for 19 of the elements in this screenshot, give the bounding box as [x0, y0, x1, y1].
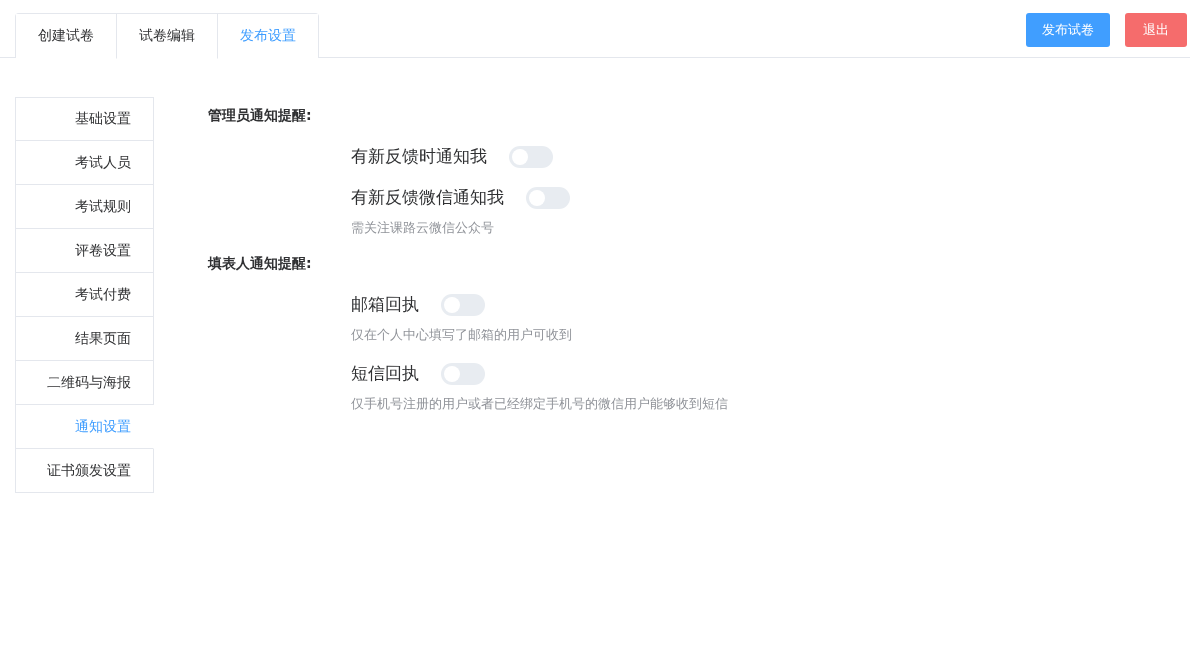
sidebar-item[interactable]: 证书颁发设置 — [15, 449, 154, 493]
section-title: 填表人通知提醒: — [208, 255, 313, 273]
sidebar-item[interactable]: 结果页面 — [15, 317, 154, 361]
sidebar-item[interactable]: 基础设置 — [15, 97, 154, 141]
hint-text: 需关注课路云微信公众号 — [351, 219, 495, 237]
setting-label: 有新反馈时通知我 — [351, 145, 487, 168]
sidebar-item[interactable]: 考试人员 — [15, 141, 154, 185]
setting-label: 短信回执 — [351, 362, 419, 385]
hint-text: 仅在个人中心填写了邮箱的用户可收到 — [351, 326, 573, 344]
tab[interactable]: 试卷编辑 — [116, 14, 217, 59]
hint-text: 仅手机号注册的用户或者已经绑定手机号的微信用户能够收到短信 — [351, 395, 728, 413]
sidebar-item[interactable]: 评卷设置 — [15, 229, 154, 273]
tab[interactable]: 创建试卷 — [16, 14, 116, 59]
sidebar-item[interactable]: 考试规则 — [15, 185, 154, 229]
sidebar-item[interactable]: 考试付费 — [15, 273, 154, 317]
section-title: 管理员通知提醒: — [208, 107, 313, 125]
setting-label: 有新反馈微信通知我 — [351, 186, 504, 209]
sidebar-item[interactable]: 二维码与海报 — [15, 361, 154, 405]
setting-label: 邮箱回执 — [351, 293, 419, 316]
